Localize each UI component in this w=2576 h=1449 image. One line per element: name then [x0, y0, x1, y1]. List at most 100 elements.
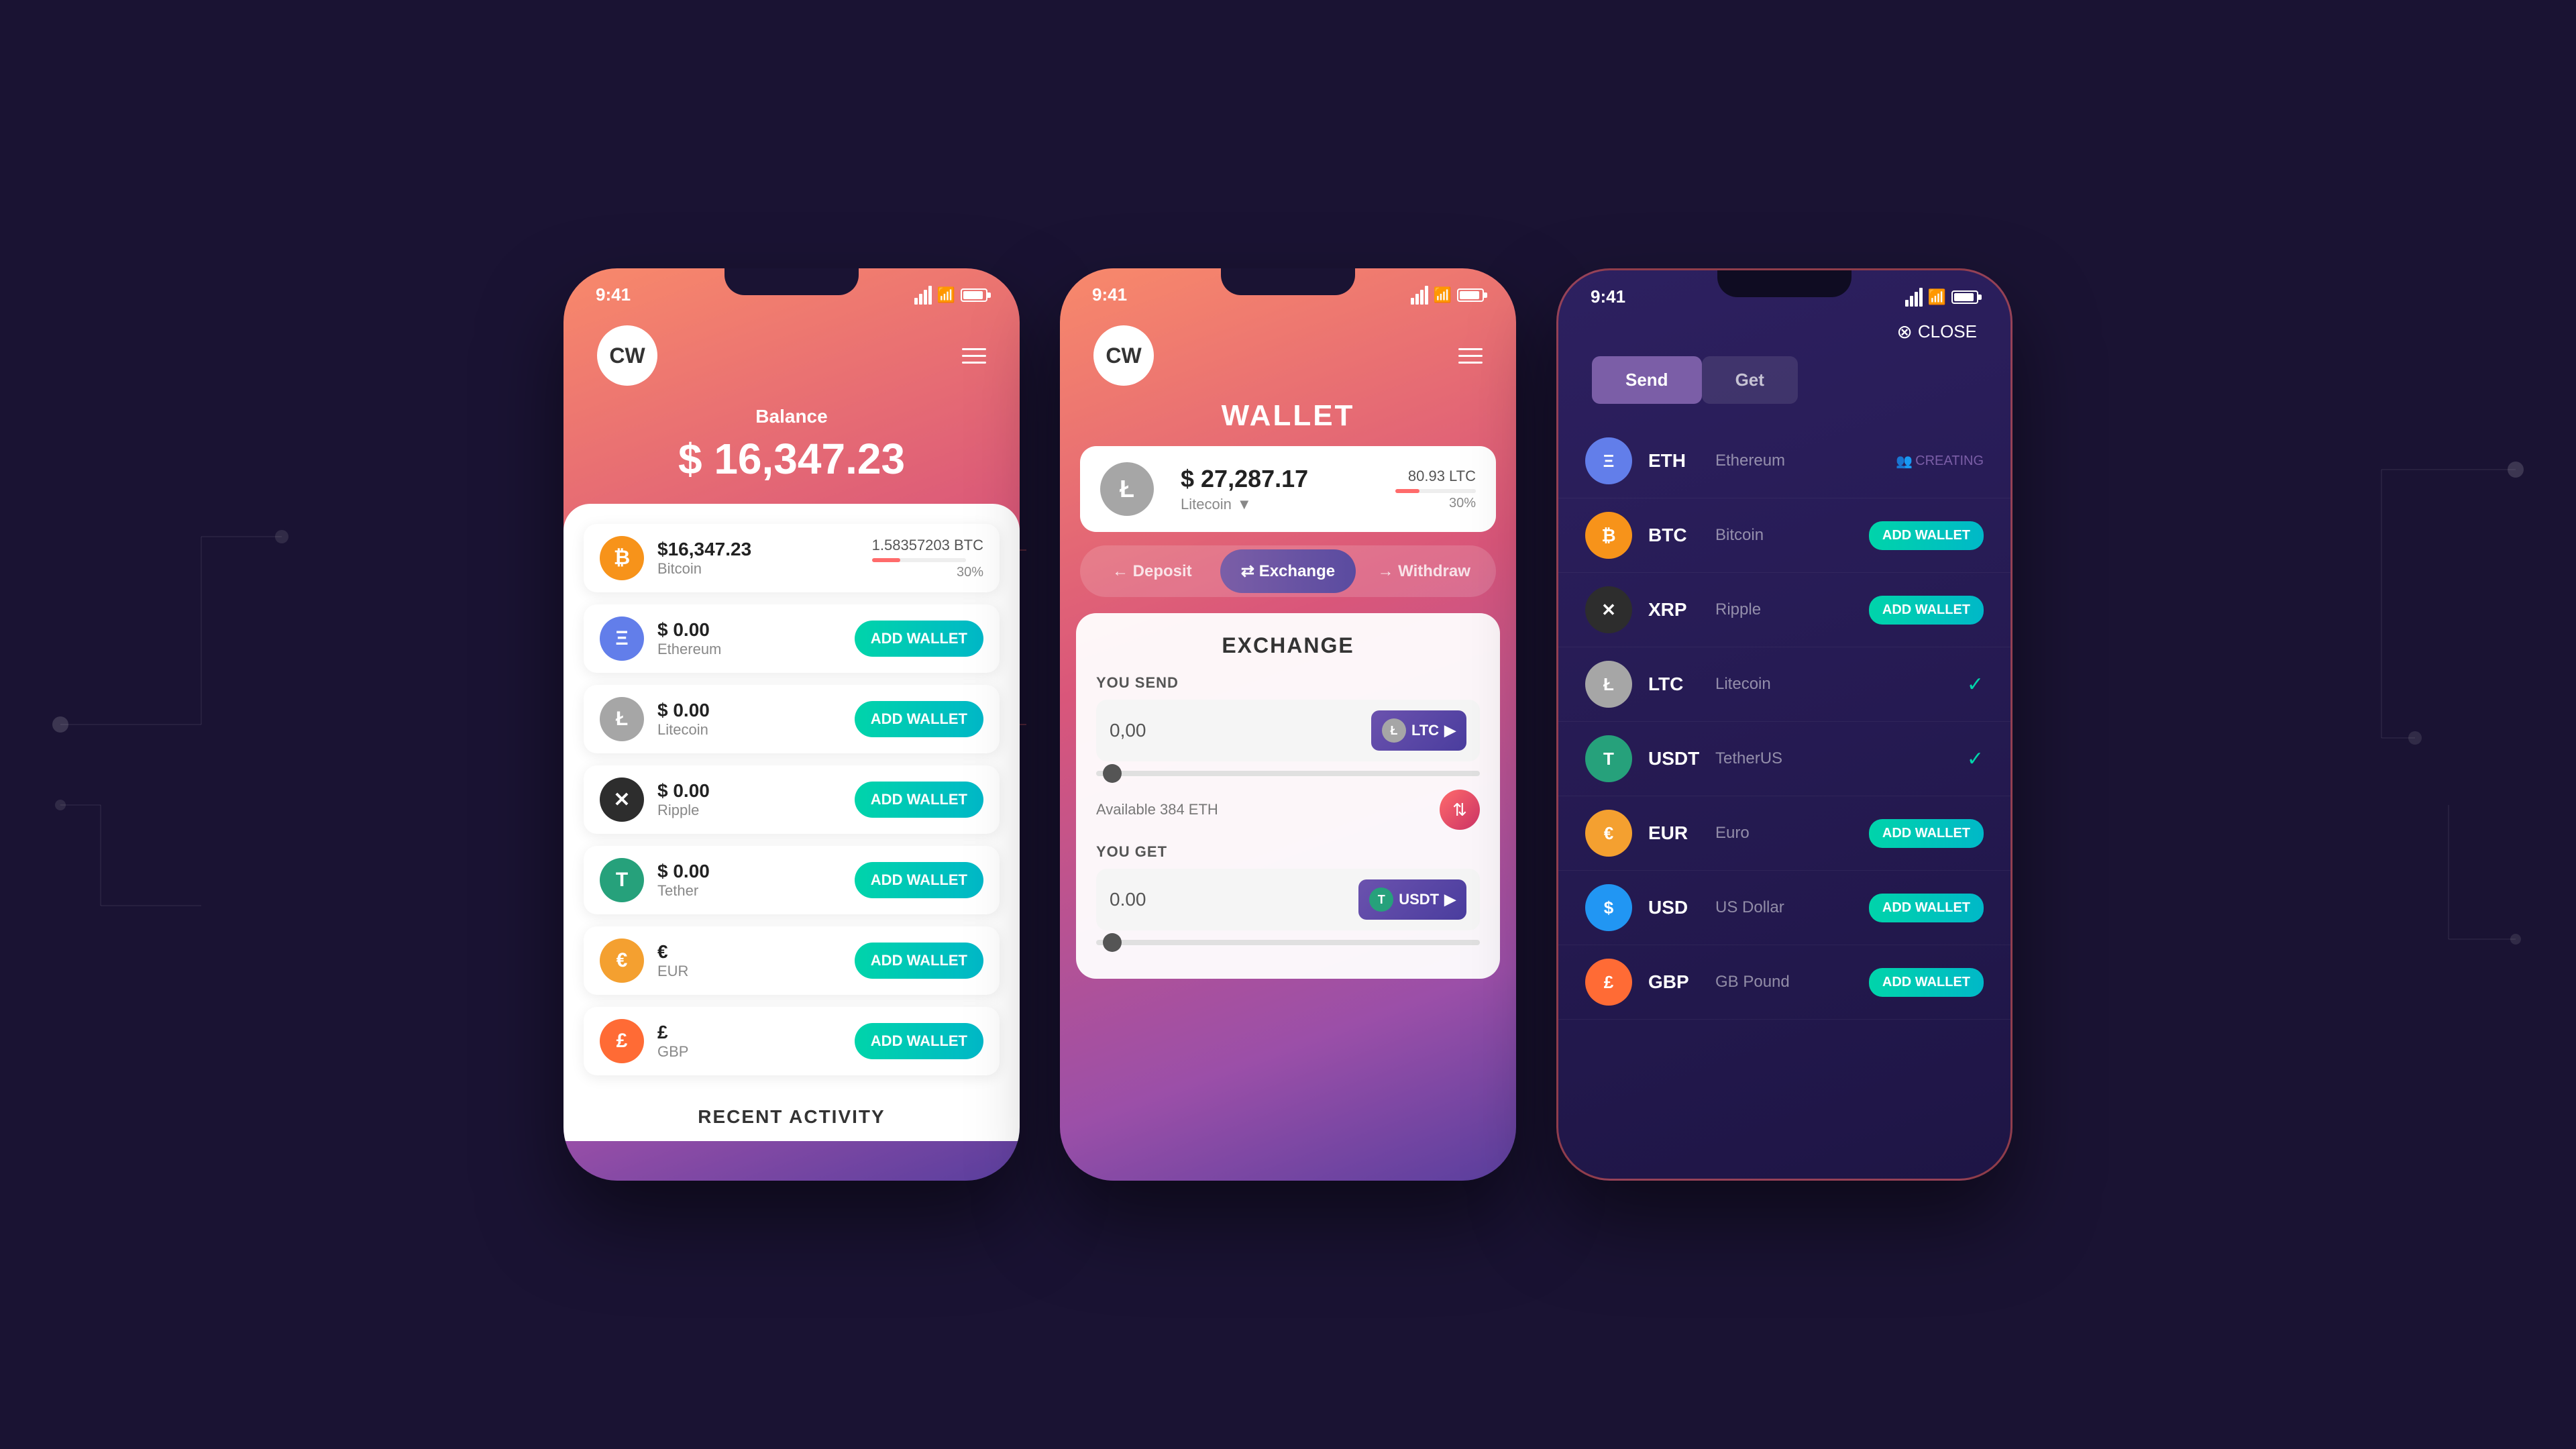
list-eth-name: Ethereum	[1715, 451, 1896, 470]
tether-add-wallet-btn[interactable]: ADD WALLET	[855, 862, 983, 898]
list-ltc-code: LTC	[1648, 674, 1715, 695]
list-usd[interactable]: $ USD US Dollar ADD WALLET	[1558, 871, 2010, 945]
tether-info: $ 0.00 Tether	[657, 861, 855, 900]
notch-3	[1717, 270, 1851, 297]
withdraw-tab[interactable]: → Withdraw	[1356, 549, 1492, 593]
exchange-title: EXCHANGE	[1096, 633, 1480, 658]
send-slider[interactable]	[1096, 771, 1480, 776]
get-tab[interactable]: Get	[1702, 356, 1798, 404]
menu-button-2[interactable]	[1458, 348, 1483, 364]
battery-icon-2	[1457, 288, 1484, 302]
eur-row[interactable]: € € EUR ADD WALLET	[584, 926, 1000, 995]
eur-amount: €	[657, 941, 855, 963]
swap-button[interactable]: ⇅	[1440, 790, 1480, 830]
notch-2	[1221, 268, 1355, 295]
eth-name: Ethereum	[657, 641, 855, 658]
ltc-icon: Ł	[600, 697, 644, 741]
get-currency: USDT	[1399, 891, 1439, 908]
you-send-label: YOU SEND	[1096, 674, 1480, 692]
get-input-row[interactable]: 0.00 T USDT ▶	[1096, 869, 1480, 930]
list-eth[interactable]: Ξ ETH Ethereum 👥CREATING	[1558, 424, 2010, 498]
ltc-row[interactable]: Ł $ 0.00 Litecoin ADD WALLET	[584, 685, 1000, 753]
btc-sub-amount: 1.58357203 BTC	[872, 537, 983, 554]
gbp-name: GBP	[657, 1043, 855, 1061]
list-eur-add[interactable]: ADD WALLET	[1869, 819, 1984, 848]
btc-icon: ₿	[600, 536, 644, 580]
send-currency: LTC	[1411, 722, 1439, 739]
balance-amount: $ 16,347.23	[564, 434, 1020, 484]
btc-name: Bitcoin	[657, 560, 872, 578]
send-currency-selector[interactable]: Ł LTC ▶	[1371, 710, 1466, 751]
phone2-header: CW	[1060, 305, 1516, 399]
xrp-add-wallet-btn[interactable]: ADD WALLET	[855, 782, 983, 818]
list-xrp[interactable]: ✕ XRP Ripple ADD WALLET	[1558, 573, 2010, 647]
eth-icon: Ξ	[600, 616, 644, 661]
phone-currency-list: 9:41 📶 ⊗ CLOSE Send Get Ξ ETH Ethereum	[1556, 268, 2012, 1181]
send-currency-arrow: ▶	[1444, 722, 1456, 739]
gbp-icon: £	[600, 1019, 644, 1063]
logo-1: CW	[597, 325, 657, 386]
balance-label: Balance	[564, 406, 1020, 427]
send-tab[interactable]: Send	[1592, 356, 1702, 404]
xrp-row[interactable]: ✕ $ 0.00 Ripple ADD WALLET	[584, 765, 1000, 834]
list-ltc[interactable]: Ł LTC Litecoin ✓	[1558, 647, 2010, 722]
tether-row[interactable]: T $ 0.00 Tether ADD WALLET	[584, 846, 1000, 914]
ltc-name: Litecoin	[657, 721, 855, 739]
recent-activity-label: RECENT ACTIVITY	[584, 1087, 1000, 1141]
deposit-tab[interactable]: ← Deposit	[1084, 549, 1220, 593]
list-btc[interactable]: ₿ BTC Bitcoin ADD WALLET	[1558, 498, 2010, 573]
eur-add-wallet-btn[interactable]: ADD WALLET	[855, 943, 983, 979]
list-usdt[interactable]: T USDT TetherUS ✓	[1558, 722, 2010, 796]
list-usd-name: US Dollar	[1715, 898, 1869, 917]
btc-progress-fill	[872, 558, 900, 562]
litecoin-card-icon: Ł	[1100, 462, 1154, 516]
wallet-content: ₿ $16,347.23 Bitcoin 1.58357203 BTC 30% …	[564, 504, 1020, 1141]
signal-icon-2	[1411, 286, 1428, 305]
list-xrp-add[interactable]: ADD WALLET	[1869, 596, 1984, 625]
list-eur-code: EUR	[1648, 822, 1715, 844]
battery-icon	[961, 288, 987, 302]
list-ltc-check: ✓	[1967, 673, 1984, 696]
get-currency-selector[interactable]: T USDT ▶	[1358, 879, 1466, 920]
eur-info: € EUR	[657, 941, 855, 980]
list-usdt-code: USDT	[1648, 748, 1715, 769]
close-button[interactable]: CLOSE	[1918, 321, 1977, 342]
list-usd-add[interactable]: ADD WALLET	[1869, 894, 1984, 922]
litecoin-right: 80.93 LTC 30%	[1395, 468, 1476, 511]
eth-row[interactable]: Ξ $ 0.00 Ethereum ADD WALLET	[584, 604, 1000, 673]
signal-icon	[914, 286, 932, 305]
gbp-row[interactable]: £ £ GBP ADD WALLET	[584, 1007, 1000, 1075]
list-xrp-icon: ✕	[1585, 586, 1632, 633]
status-icons-2: 📶	[1411, 286, 1484, 305]
available-row: Available 384 ETH ⇅	[1096, 790, 1480, 830]
list-gbp-add[interactable]: ADD WALLET	[1869, 968, 1984, 997]
list-gbp-code: GBP	[1648, 971, 1715, 993]
you-get-label: YOU GET	[1096, 843, 1480, 861]
list-eur[interactable]: € EUR Euro ADD WALLET	[1558, 796, 2010, 871]
close-circle-icon: ⊗	[1896, 321, 1912, 343]
litecoin-card[interactable]: Ł $ 27,287.17 Litecoin ▼ 80.93 LTC 30%	[1080, 446, 1496, 532]
list-gbp[interactable]: £ GBP GB Pound ADD WALLET	[1558, 945, 2010, 1020]
exchange-tab[interactable]: ⇄ Exchange	[1220, 549, 1356, 593]
send-input-row[interactable]: 0,00 Ł LTC ▶	[1096, 700, 1480, 761]
eur-name: EUR	[657, 963, 855, 980]
btc-row[interactable]: ₿ $16,347.23 Bitcoin 1.58357203 BTC 30%	[584, 524, 1000, 592]
exchange-content: EXCHANGE YOU SEND 0,00 Ł LTC ▶ Available…	[1076, 613, 1500, 979]
list-xrp-code: XRP	[1648, 599, 1715, 621]
menu-button-1[interactable]	[962, 348, 986, 364]
list-gbp-icon: £	[1585, 959, 1632, 1006]
phone-wallet: 9:41 📶 CW Balance $ 16,347.23	[564, 268, 1020, 1181]
get-slider[interactable]	[1096, 940, 1480, 945]
xrp-amount: $ 0.00	[657, 780, 855, 802]
eth-add-wallet-btn[interactable]: ADD WALLET	[855, 621, 983, 657]
tether-icon: T	[600, 858, 644, 902]
phones-container: 9:41 📶 CW Balance $ 16,347.23	[564, 268, 2012, 1181]
gbp-add-wallet-btn[interactable]: ADD WALLET	[855, 1023, 983, 1059]
get-value: 0.00	[1110, 889, 1358, 910]
available-text: Available 384 ETH	[1096, 801, 1218, 818]
ltc-add-wallet-btn[interactable]: ADD WALLET	[855, 701, 983, 737]
list-btc-add[interactable]: ADD WALLET	[1869, 521, 1984, 550]
wallet-title: WALLET	[1060, 399, 1516, 446]
notch	[724, 268, 859, 295]
litecoin-info: $ 27,287.17 Litecoin ▼	[1181, 465, 1382, 513]
